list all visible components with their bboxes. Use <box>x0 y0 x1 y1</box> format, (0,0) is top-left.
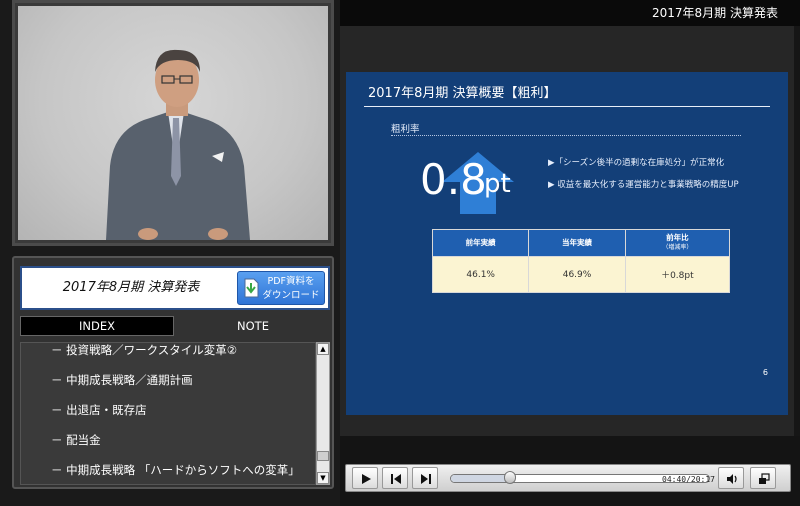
volume-button[interactable] <box>718 467 744 489</box>
info-panel: 2017年8月期 決算発表 PDF資料を ダウンロード INDEX NOTE －… <box>12 256 334 489</box>
skip-previous-icon <box>391 474 401 484</box>
metric-value: 0.8 <box>420 155 487 204</box>
table-header-label: 当年実績 <box>562 238 593 247</box>
table-cell: ＋0.8pt <box>624 256 731 293</box>
scroll-thumb[interactable] <box>317 451 329 461</box>
seek-handle[interactable] <box>504 471 517 484</box>
table-cell: 46.9% <box>528 256 626 293</box>
volume-icon <box>727 474 737 484</box>
speaker-video[interactable] <box>18 6 328 240</box>
section-label: 粗利率 <box>391 124 420 135</box>
index-scrollbar[interactable]: ▲ ▼ <box>316 342 330 485</box>
next-chapter-button[interactable] <box>412 467 438 489</box>
table-row: 46.1% 46.9% ＋0.8pt <box>431 256 731 293</box>
slide-title: 2017年8月期 決算概要【粗利】 <box>368 86 557 101</box>
pdf-download-label-line2: ダウンロード <box>262 290 320 301</box>
slide-divider <box>364 106 770 107</box>
fullscreen-button[interactable] <box>750 467 776 489</box>
tab-note[interactable]: NOTE <box>178 316 328 336</box>
player-controls: 04:40/20:17 <box>345 464 791 492</box>
play-button[interactable] <box>352 467 378 489</box>
presentation-title-bar: 2017年8月期 決算発表 PDF資料を ダウンロード <box>20 266 330 310</box>
window-title: 2017年8月期 決算発表 <box>652 6 778 20</box>
table-header-label: 前年実績 <box>465 238 496 247</box>
video-frame <box>12 0 334 246</box>
play-icon <box>362 474 371 484</box>
pdf-download-label: PDF資料を ダウンロード <box>258 275 324 303</box>
speaker-figure <box>106 49 250 240</box>
table-header-label: 前年比 <box>666 233 689 242</box>
previous-chapter-button[interactable] <box>382 467 408 489</box>
index-item[interactable]: － 投資戦略／ワークスタイル変革② <box>51 343 237 360</box>
presentation-title: 2017年8月期 決算発表 <box>62 280 200 295</box>
index-list: － 投資戦略／ワークスタイル変革② － 中期成長戦略／通期計画 － 出退店・既存… <box>20 342 316 485</box>
bullet-text: ▶「シーズン後半の過剰な在庫処分」が正常化 <box>548 158 725 168</box>
seek-progress <box>451 475 511 482</box>
pdf-download-label-line1: PDF資料を <box>267 276 315 287</box>
index-item[interactable]: － 中期成長戦略 「ハードからソフトへの変革」 <box>51 460 300 480</box>
pdf-download-button[interactable]: PDF資料を ダウンロード <box>237 271 325 305</box>
metric-unit: pt <box>484 169 511 199</box>
skip-next-icon <box>421 474 431 484</box>
table-header-row: 前年実績 当年実績 前年比 （増減率） <box>431 229 731 257</box>
index-item[interactable]: － 出退店・既存店 <box>51 400 147 420</box>
table-header: 当年実績 <box>528 229 626 257</box>
index-item[interactable]: － 中期成長戦略／通期計画 <box>51 370 193 390</box>
table-header: 前年実績 <box>431 229 530 257</box>
time-display: 04:40/20:17 <box>662 475 715 484</box>
table-cell: 46.1% <box>431 256 530 293</box>
slide: 2017年8月期 決算概要【粗利】 粗利率 0.8 pt ▶「シーズン後半の過剰… <box>346 72 788 415</box>
slide-page-number: 6 <box>762 368 768 377</box>
table-header-note: （増減率） <box>662 244 693 251</box>
pdf-download-icon <box>244 278 259 298</box>
scroll-up-arrow-icon[interactable]: ▲ <box>317 343 329 355</box>
scroll-down-arrow-icon[interactable]: ▼ <box>317 472 329 484</box>
slide-area: 2017年8月期 決算概要【粗利】 粗利率 0.8 pt ▶「シーズン後半の過剰… <box>340 26 794 436</box>
section-divider <box>391 135 741 136</box>
bullet-text: ▶ 収益を最大化する運営能力と事業戦略の精度UP <box>548 180 739 190</box>
table-header: 前年比 （増減率） <box>624 229 731 257</box>
tab-index[interactable]: INDEX <box>20 316 174 336</box>
header-bar: 2017年8月期 決算発表 <box>340 0 800 26</box>
window-mode-icon <box>759 473 770 484</box>
left-panel: 2017年8月期 決算発表 PDF資料を ダウンロード INDEX NOTE －… <box>0 0 340 506</box>
summary-table: 前年実績 当年実績 前年比 （増減率） 46.1% 46.9% ＋0.8pt <box>431 229 731 293</box>
index-item[interactable]: － 配当金 <box>51 430 101 450</box>
player-bar: 04:40/20:17 <box>340 436 800 506</box>
